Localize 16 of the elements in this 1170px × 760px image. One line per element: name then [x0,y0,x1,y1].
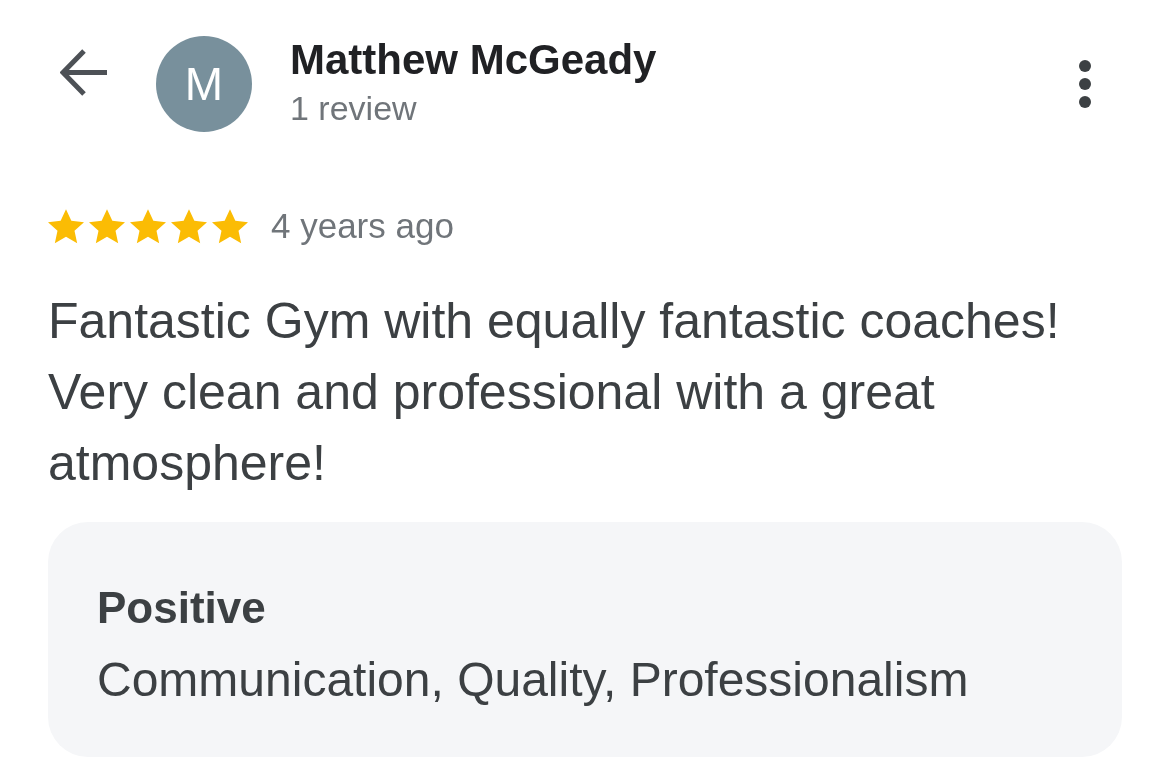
highlights-title: Positive [97,582,267,634]
star-icon [130,208,166,244]
back-button[interactable] [60,48,108,96]
star-icon [89,208,125,244]
back-arrow-icon [60,48,108,96]
star-icon [48,208,84,244]
avatar: M [156,36,252,132]
more-options-button[interactable] [1079,60,1091,108]
review-text: Fantastic Gym with equally fantastic coaches! Very clean and professional with a great atmosphere! [48,292,1061,493]
review-time: 4 years ago [271,206,454,246]
review-count: 1 review [290,88,418,128]
reviewer-name: Matthew McGeady [290,36,657,84]
highlights-list: Communication, Quality, Professionalism [97,650,1082,710]
star-icon [212,208,248,244]
star-icon [171,208,207,244]
vertical-dots-icon [1079,60,1091,108]
